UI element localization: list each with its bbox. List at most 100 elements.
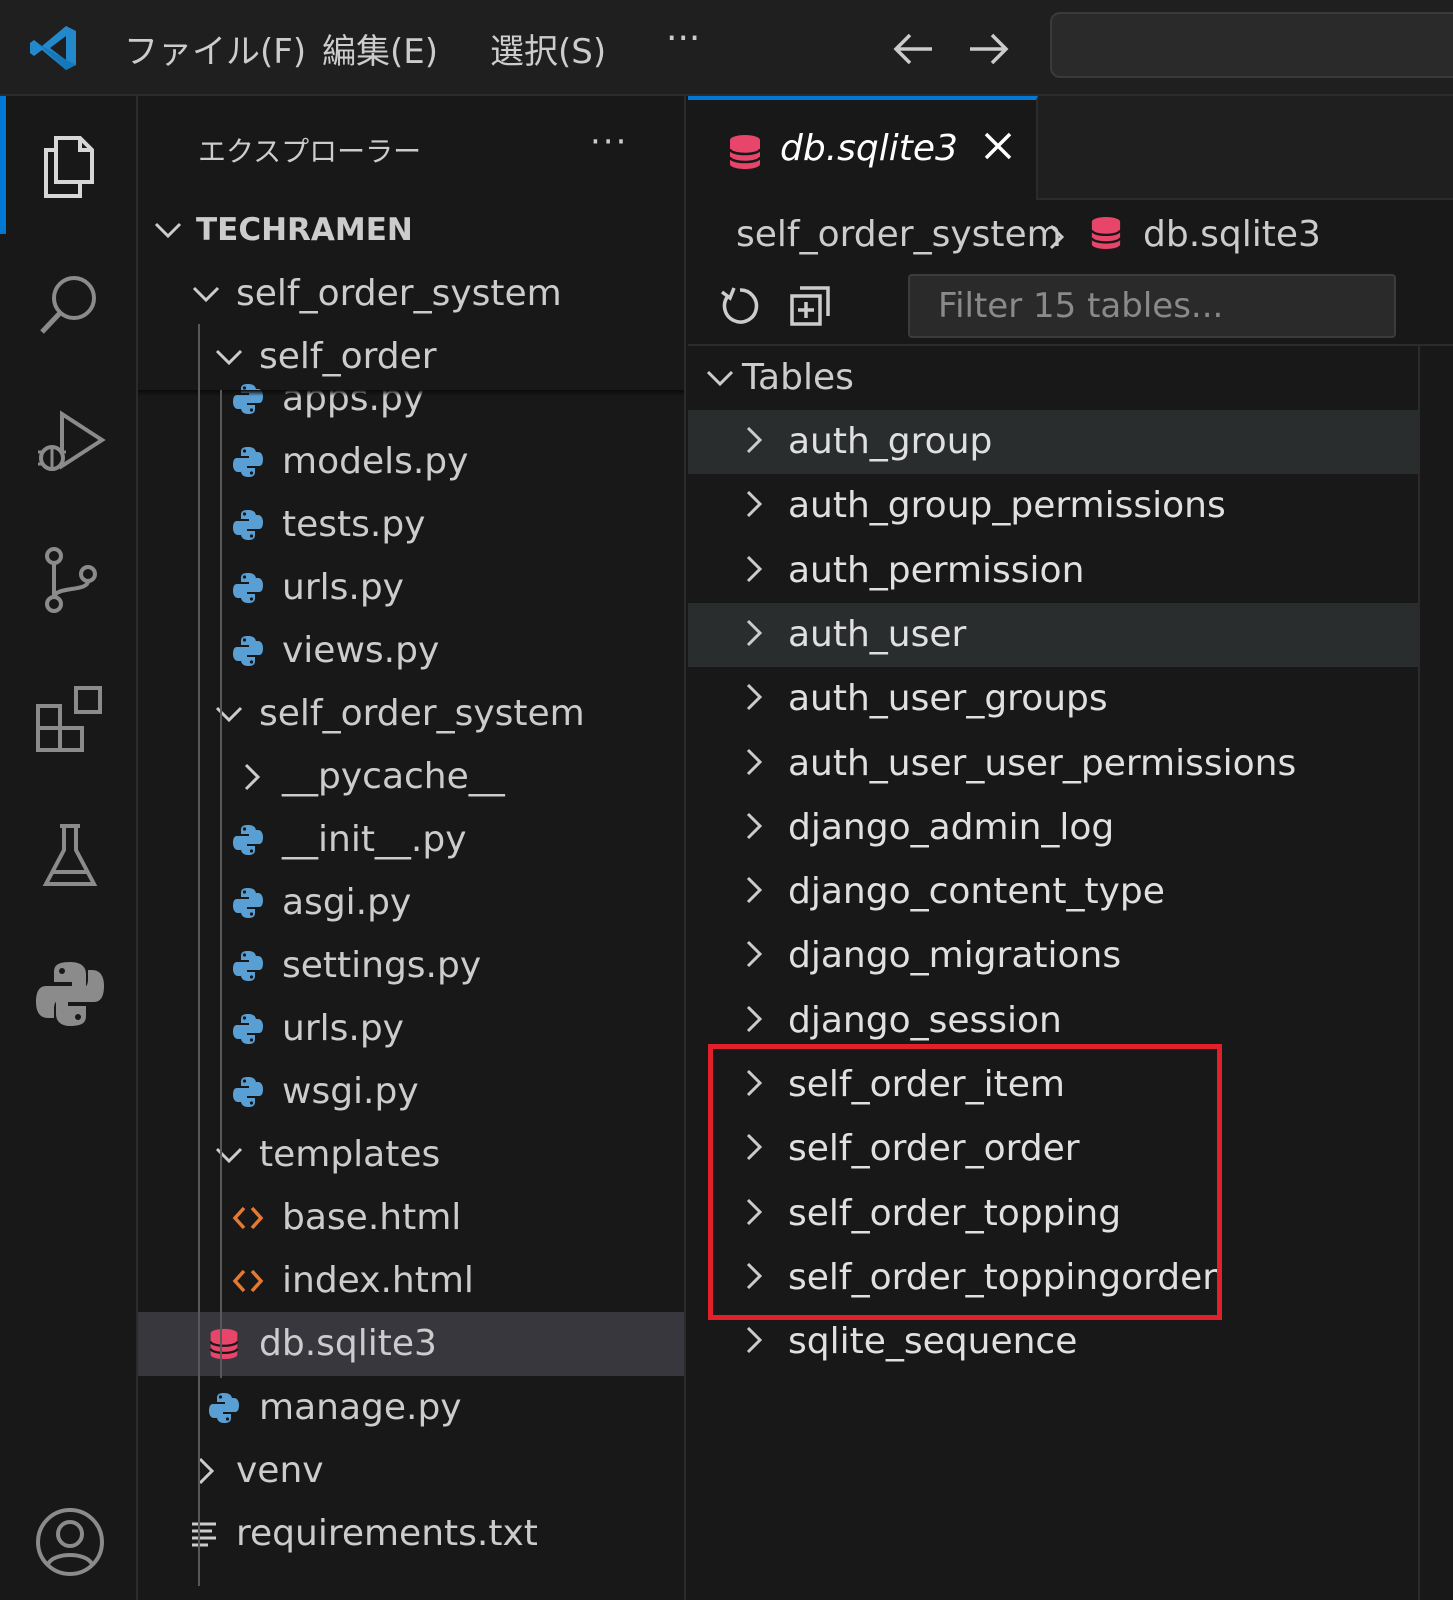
- tree-item-label: venv: [236, 1450, 324, 1491]
- table-name: auth_user: [788, 613, 967, 655]
- explorer-more-button[interactable]: ···: [590, 122, 628, 162]
- tables-panel: Tables auth_group auth_group_permissionsa…: [688, 346, 1418, 1600]
- chevron-right-icon: [746, 426, 763, 454]
- table-item-django-admin-log[interactable]: django_admin_log: [688, 796, 1418, 860]
- table-item-auth-group-permissions[interactable]: auth_group_permissions: [688, 474, 1418, 538]
- table-item-auth-group[interactable]: auth_group: [688, 410, 1418, 474]
- tree-item-label: self_order_system: [236, 273, 562, 314]
- run-debug-icon[interactable]: [34, 406, 106, 478]
- chevron-right-icon: [746, 1134, 763, 1161]
- arrow-left-icon[interactable]: [890, 26, 936, 72]
- chevron-right-icon: [746, 1005, 763, 1032]
- files-icon[interactable]: [34, 130, 106, 202]
- chevron-right-icon: [746, 748, 763, 775]
- table-name: self_order_toppingorder: [788, 1256, 1218, 1298]
- tree-item-self-order-system[interactable]: self_order_system: [138, 262, 684, 326]
- chevron-right-icon: [746, 1327, 763, 1354]
- table-item-self-order-topping[interactable]: self_order_topping: [688, 1182, 1418, 1246]
- menu-more[interactable]: ···: [666, 18, 700, 59]
- table-item-self-order-order[interactable]: self_order_order: [688, 1117, 1418, 1181]
- tree-root-label: TECHRAMEN: [196, 212, 413, 248]
- testing-icon[interactable]: [34, 820, 106, 892]
- chevron-right-icon: [746, 1262, 763, 1289]
- chevron-right-icon: [746, 1198, 763, 1225]
- chevron-right-icon: [746, 619, 763, 646]
- python-file-icon: [233, 447, 263, 477]
- filter-tables-input[interactable]: [908, 274, 1396, 338]
- tree-item-label: __pycache__: [282, 756, 505, 797]
- table-name: django_admin_log: [788, 806, 1115, 848]
- tree-item-label: tests.py: [282, 504, 426, 545]
- tree-item-label: urls.py: [282, 567, 404, 608]
- collapse-all-icon[interactable]: [788, 284, 832, 328]
- tree-item-venv[interactable]: venv: [138, 1439, 684, 1503]
- python-file-icon: [233, 825, 263, 855]
- tree-root-techramen[interactable]: TECHRAMEN: [138, 198, 684, 262]
- arrow-right-icon[interactable]: [966, 26, 1012, 72]
- table-name: auth_user_groups: [788, 678, 1108, 720]
- table-item-django-session[interactable]: django_session: [688, 989, 1418, 1053]
- close-icon[interactable]: [978, 126, 1018, 166]
- table-name: django_content_type: [788, 871, 1165, 913]
- explorer-title: エクスプローラー: [198, 135, 422, 168]
- tree-item-label: base.html: [282, 1197, 462, 1238]
- tree-item-label: __init__.py: [282, 819, 467, 860]
- table-item-auth-user-user-permissions[interactable]: auth_user_user_permissions: [688, 732, 1418, 796]
- tab-title: db.sqlite3: [780, 128, 958, 169]
- python-file-icon: [233, 510, 263, 540]
- python-file-icon: [233, 888, 263, 918]
- python-file-icon: [233, 1014, 263, 1044]
- chevron-right-icon: [746, 877, 763, 904]
- chevron-down-icon: [192, 286, 220, 303]
- table-item-auth-permission[interactable]: auth_permission: [688, 539, 1418, 603]
- table-item-self-order-item[interactable]: self_order_item: [688, 1053, 1418, 1117]
- chevron-right-icon: [198, 1457, 215, 1485]
- chevron-right-icon: [1049, 224, 1065, 250]
- tree-item-label: apps.py: [282, 378, 425, 419]
- table-item-django-migrations[interactable]: django_migrations: [688, 924, 1418, 988]
- table-name: auth_group_permissions: [788, 485, 1226, 527]
- command-center[interactable]: [1050, 12, 1453, 78]
- tree-item-manage-py[interactable]: manage.py: [138, 1376, 684, 1440]
- active-indicator: [0, 96, 6, 234]
- search-icon[interactable]: [34, 268, 106, 340]
- tree-item-label: settings.py: [282, 945, 482, 986]
- table-item-django-content-type[interactable]: django_content_type: [688, 860, 1418, 924]
- account-icon[interactable]: [34, 1506, 106, 1578]
- tables-header[interactable]: Tables: [688, 346, 1418, 410]
- source-control-icon[interactable]: [34, 544, 106, 616]
- chevron-down-icon: [154, 222, 182, 239]
- tab-db-sqlite3[interactable]: db.sqlite3: [688, 96, 1038, 200]
- tree-item-label: models.py: [282, 441, 469, 482]
- table-name: auth_user_user_permissions: [788, 742, 1297, 784]
- python-icon[interactable]: [34, 958, 106, 1030]
- menu-file[interactable]: ファイル(F): [124, 24, 306, 73]
- extensions-icon[interactable]: [34, 682, 106, 754]
- chevron-down-icon: [706, 370, 734, 387]
- table-item-sqlite-sequence[interactable]: sqlite_sequence: [688, 1310, 1418, 1374]
- table-item-auth-user-groups[interactable]: auth_user_groups: [688, 667, 1418, 731]
- table-name: django_migrations: [788, 935, 1122, 977]
- tree-item-label: asgi.py: [282, 882, 412, 923]
- python-file-icon: [209, 1393, 239, 1423]
- breadcrumb: self_order_system db.sqlite3: [688, 200, 1453, 270]
- table-name: self_order_item: [788, 1064, 1065, 1105]
- breadcrumb-folder[interactable]: self_order_system: [736, 214, 1062, 255]
- python-file-icon: [233, 384, 263, 414]
- tree-item-requirements-txt[interactable]: requirements.txt: [138, 1502, 684, 1566]
- chevron-right-icon: [746, 684, 763, 711]
- menu-selection[interactable]: 選択(S): [490, 24, 606, 73]
- menu-edit[interactable]: 編集(E): [322, 24, 438, 73]
- panel-scrollbar[interactable]: [1418, 346, 1453, 1600]
- breadcrumb-file[interactable]: db.sqlite3: [1143, 214, 1321, 255]
- table-name: sqlite_sequence: [788, 1321, 1078, 1363]
- table-item-self-order-toppingorder[interactable]: self_order_toppingorder: [688, 1246, 1418, 1310]
- tables-toolbar: [688, 270, 1453, 346]
- chevron-right-icon: [746, 812, 763, 839]
- editor-tab-bar: db.sqlite3: [688, 96, 1453, 200]
- tree-item-label: index.html: [282, 1260, 474, 1301]
- table-item-auth-user[interactable]: auth_user: [688, 602, 1418, 667]
- tree-item-label: manage.py: [259, 1387, 462, 1428]
- python-file-icon: [233, 951, 263, 981]
- refresh-icon[interactable]: [718, 284, 762, 328]
